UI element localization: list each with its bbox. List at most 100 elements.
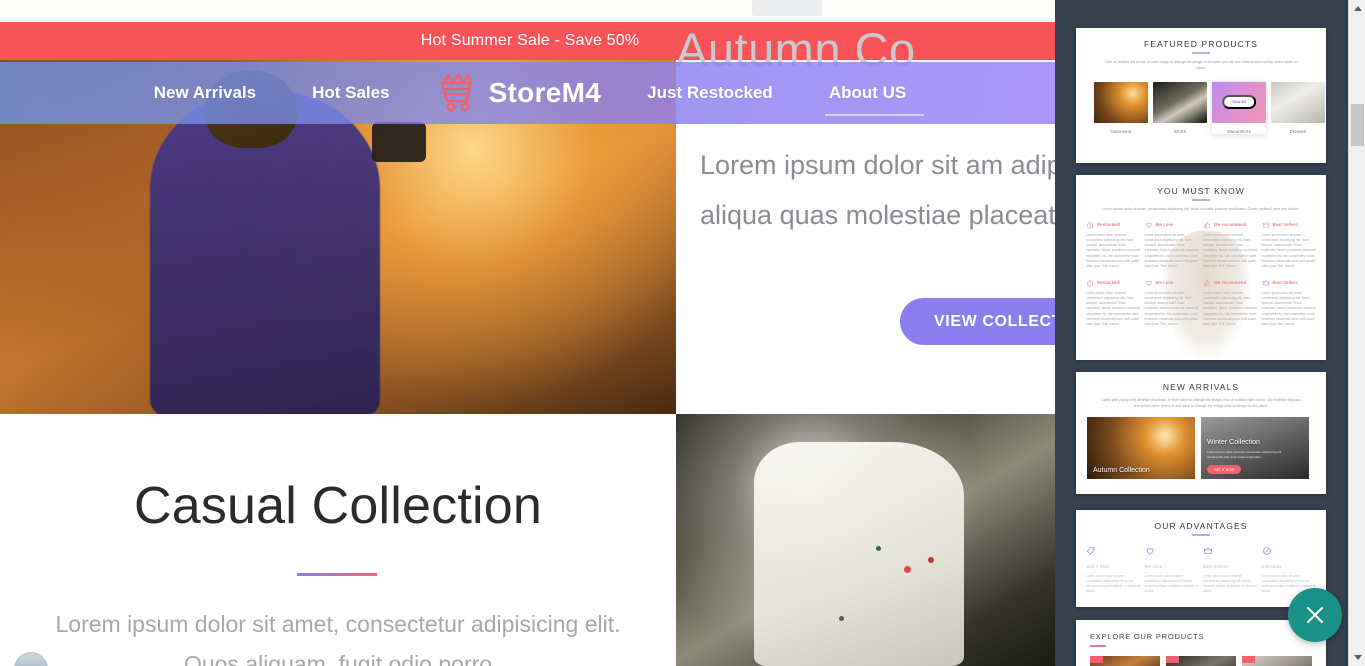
know-column[interactable]: Restocked! Lorem ipsum dolor sit amet, c… [1086,221,1141,270]
know-heading: Best Sellers [1272,222,1298,227]
know-body: Lorem ipsum dolor sit amet, consectetur … [1203,232,1258,269]
advantage-item[interactable]: Discounts Lorem ipsum dolor sit amet con… [1262,546,1317,594]
advantage-body: Lorem ipsum dolor sit amet consectetur a… [1144,573,1199,593]
know-body: Lorem ipsum dolor sit amet, consectetur … [1261,290,1316,327]
product-thumb-sweatshirts: View All [1212,81,1266,123]
sale-badge [1166,655,1179,663]
new-arrivals-subtitle: Cards with popup text arrange dropdown. … [1101,398,1301,408]
know-heading: We Love [1155,280,1174,286]
scroll-down-arrow[interactable] [1349,649,1365,666]
know-body: Lorem ipsum dolor sit amet, consectetur … [1086,232,1141,269]
know-column[interactable]: We Love Lorem ipsum dolor sit amet, cons… [1145,221,1200,270]
advantage-heading: Just A Start [1086,563,1110,569]
advantage-body: Lorem ipsum dolor sit amet consectetur a… [1203,573,1258,593]
explore-tile[interactable] [1166,655,1236,666]
product-card-dresses[interactable]: Dresses [1271,81,1325,134]
advantage-item[interactable]: We Love Lorem ipsum dolor sit amet conse… [1145,546,1200,594]
know-body: Lorem ipsum dolor sit amet, consectetur … [1086,290,1141,327]
vertical-scrollbar[interactable] [1348,0,1365,666]
know-column[interactable]: We Love Lorem ipsum dolor sit amet, cons… [1145,279,1200,328]
advantage-item[interactable]: Best Sellers Lorem ipsum dolor sit amet … [1203,546,1258,594]
heart-icon [1145,280,1152,286]
preview-top-strip [0,0,1060,22]
featured-products-subtitle: Click on bottom left corner of card imag… [1104,59,1298,70]
casual-garment [754,442,964,666]
casual-divider [297,573,377,576]
advantage-item[interactable]: Just A Start Lorem ipsum dolor sit amet … [1086,546,1141,594]
know-column[interactable]: Restocked! Lorem ipsum dolor sit amet, c… [1086,279,1141,328]
nav-link-about-us[interactable]: About US [801,83,934,116]
product-card-shirts[interactable]: Shirts [1153,81,1207,134]
know-column[interactable]: Best Sellers Lorem ipsum dolor sit amet,… [1262,221,1317,270]
know-body: Lorem ipsum dolor sit amet, consectetur … [1261,232,1316,269]
product-thumb-shirts [1153,81,1207,123]
casual-embroidery-dot [928,557,934,563]
badge-icon [1262,546,1271,555]
you-must-know-subtitle: Lorem ipsum dolor sit amet, consectetur … [1102,206,1300,211]
advantage-body: Lorem ipsum dolor sit amet consectetur a… [1086,573,1141,593]
floating-tab-handle[interactable] [752,0,822,16]
blocks-preview-panel[interactable]: FEATURED PRODUCTS Click on bottom left c… [1055,0,1365,666]
featured-products-title: FEATURED PRODUCTS [1144,39,1258,49]
casual-title: Casual Collection [133,477,543,535]
view-collection-button[interactable]: VIEW COLLECT [900,298,1060,345]
arrival-tile-winter[interactable]: Winter Collection Lorem ipsum dolor sit … [1201,417,1309,479]
sale-badge [1090,655,1103,663]
casual-embroidery-dot [839,616,844,621]
casual-paragraph: Lorem ipsum dolor sit amet, consectetur … [55,611,621,666]
thumbs-up-icon [1204,221,1211,228]
site-navbar[interactable]: New Arrivals Hot Sales StoreM4 Just Rest… [0,62,1060,124]
arrival-tile-autumn[interactable]: Autumn Collection [1087,417,1195,479]
get-it-now-button[interactable]: GET IT NOW [1207,465,1242,474]
casual-collection-section[interactable]: Casual Collection Lorem ipsum dolor sit … [0,414,1060,666]
product-thumb-dresses [1271,81,1325,123]
close-icon [1307,607,1323,623]
explore-tile[interactable] [1242,655,1312,666]
crown-icon [1262,221,1269,227]
know-body: Lorem ipsum dolor sit amet, consectetur … [1203,290,1258,327]
site-preview-canvas[interactable]: Hot Summer Sale - Save 50% Autumn Co Lor… [0,0,1060,666]
know-body: Lorem ipsum dolor sit amet, consectetur … [1144,290,1199,327]
know-heading: Restocked! [1097,280,1121,286]
scrollbar-thumb[interactable] [1351,104,1364,146]
site-brand[interactable]: StoreM4 [418,71,620,115]
our-advantages-grid: Just A Start Lorem ipsum dolor sit amet … [1076,536,1326,594]
product-card-outerwear[interactable]: Outerwear [1094,81,1148,134]
close-panel-button[interactable] [1288,588,1342,642]
block-card-featured-products[interactable]: FEATURED PRODUCTS Click on bottom left c… [1076,28,1326,163]
view-all-button[interactable]: View All [1222,95,1256,109]
nav-link-just-restocked[interactable]: Just Restocked [619,83,801,103]
you-must-know-row-2: Restocked! Lorem ipsum dolor sit amet, c… [1076,270,1326,328]
know-heading: We Love [1155,222,1174,227]
know-column[interactable]: Best Sellers Lorem ipsum dolor sit amet,… [1262,279,1317,328]
you-must-know-title: YOU MUST KNOW [1157,186,1245,196]
block-card-explore-products[interactable]: EXPLORE OUR PRODUCTS [1076,620,1326,666]
casual-photo [676,414,1060,666]
explore-tile[interactable] [1090,655,1160,666]
block-card-new-arrivals[interactable]: NEW ARRIVALS Cards with popup text arran… [1076,372,1326,494]
explore-products-title: EXPLORE OUR PRODUCTS [1090,632,1205,641]
nav-link-hot-sales[interactable]: Hot Sales [284,83,417,103]
hero-paragraph: Lorem ipsum dolor sit am adipisicing eli… [700,150,1060,230]
know-column[interactable]: We recommend Lorem ipsum dolor sit amet,… [1203,221,1258,270]
know-column[interactable]: We recommend Lorem ipsum dolor sit amet,… [1203,279,1258,328]
you-must-know-row-1: Restocked! Lorem ipsum dolor sit amet, c… [1076,212,1326,270]
explore-products-row [1090,655,1326,666]
advantage-heading: We Love [1144,563,1163,569]
heart-icon [1146,547,1153,555]
know-heading: Restocked! [1097,222,1121,227]
new-arrivals-grid: Autumn Collection Winter Collection Lore… [1076,409,1326,479]
product-label-dresses: Dresses [1289,128,1307,134]
clock-icon [1086,221,1094,229]
block-card-you-must-know[interactable]: YOU MUST KNOW Lorem ipsum dolor sit amet… [1076,175,1326,360]
arrival-caption-winter: Winter Collection [1207,439,1260,446]
nav-link-new-arrivals[interactable]: New Arrivals [126,83,284,103]
block-card-our-advantages[interactable]: OUR ADVANTAGES Just A Start Lorem ipsum … [1076,510,1326,607]
product-label-shirts: Shirts [1174,128,1186,134]
heart-icon [1145,222,1152,228]
know-heading: We recommend [1214,222,1247,227]
promo-banner-text: Hot Summer Sale - Save 50% [420,32,640,49]
product-card-sweatshirts[interactable]: View All Sweatshirts [1212,81,1266,134]
sale-badge [1242,655,1255,663]
scroll-up-arrow[interactable] [1349,0,1365,17]
